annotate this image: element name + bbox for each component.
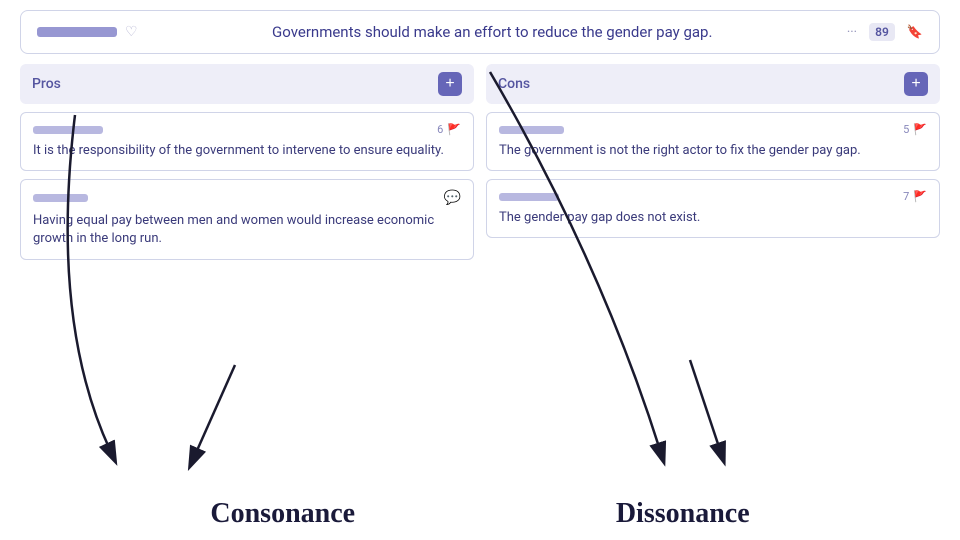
top-card-right: ··· 89 🔖 [847,23,923,41]
con-card-1-header: 5 🚩 [499,123,927,136]
con-card-2-header: 7 🚩 [499,190,927,203]
top-card-left: ♡ [37,24,138,40]
pro-card-1: 6 🚩 It is the responsibility of the gove… [20,112,474,171]
pro-card-1-header: 6 🚩 [33,123,461,136]
add-con-button[interactable]: + [904,72,928,96]
top-card-title: Governments should make an effort to red… [272,23,712,41]
pro-meta-2: 💬 [444,190,461,206]
pros-header: Pros + [20,64,474,104]
dissonance-label: Dissonance [616,498,750,530]
con-bar-2 [499,193,559,201]
con-count-2: 7 [903,190,909,203]
con-card-1: 5 🚩 The government is not the right acto… [486,112,940,171]
bottom-labels: Consonance Dissonance [0,498,960,530]
con-flag-icon-2: 🚩 [913,190,927,203]
heart-icon: ♡ [125,24,138,40]
consonance-label: Consonance [210,498,355,530]
pro-text-2: Having equal pay between men and women w… [33,212,461,248]
cons-label: Cons [498,76,530,92]
pro-meta-1: 6 🚩 [437,123,461,136]
con-meta-1: 5 🚩 [903,123,927,136]
con-count-1: 5 [903,123,909,136]
con-text-2: The gender pay gap does not exist. [499,209,927,227]
pro-bar-1 [33,126,103,134]
top-card-bar [37,27,117,37]
con-text-1: The government is not the right actor to… [499,142,927,160]
cons-header: Cons + [486,64,940,104]
con-bar-1 [499,126,564,134]
pros-column: Pros + 6 🚩 It is the responsibility of t… [20,64,474,260]
comment-badge: 89 [869,23,895,41]
top-card: ♡ Governments should make an effort to r… [20,10,940,54]
pro-text-1: It is the responsibility of the governme… [33,142,461,160]
pro-bar-2 [33,194,88,202]
pros-label: Pros [32,76,61,92]
pro-card-2: 💬 Having equal pay between men and women… [20,179,474,259]
con-flag-icon-1: 🚩 [913,123,927,136]
con-card-2: 7 🚩 The gender pay gap does not exist. [486,179,940,238]
pros-cons-columns: Pros + 6 🚩 It is the responsibility of t… [20,64,940,260]
chat-icon-1: 💬 [444,190,461,206]
pro-card-2-header: 💬 [33,190,461,206]
add-pro-button[interactable]: + [438,72,462,96]
pro-count-1: 6 [437,123,443,136]
pro-flag-icon-1: 🚩 [447,123,461,136]
cons-column: Cons + 5 🚩 The government is not the rig… [486,64,940,260]
bookmark-icon: 🔖 [907,25,923,40]
dots-menu[interactable]: ··· [847,25,857,40]
con-meta-2: 7 🚩 [903,190,927,203]
